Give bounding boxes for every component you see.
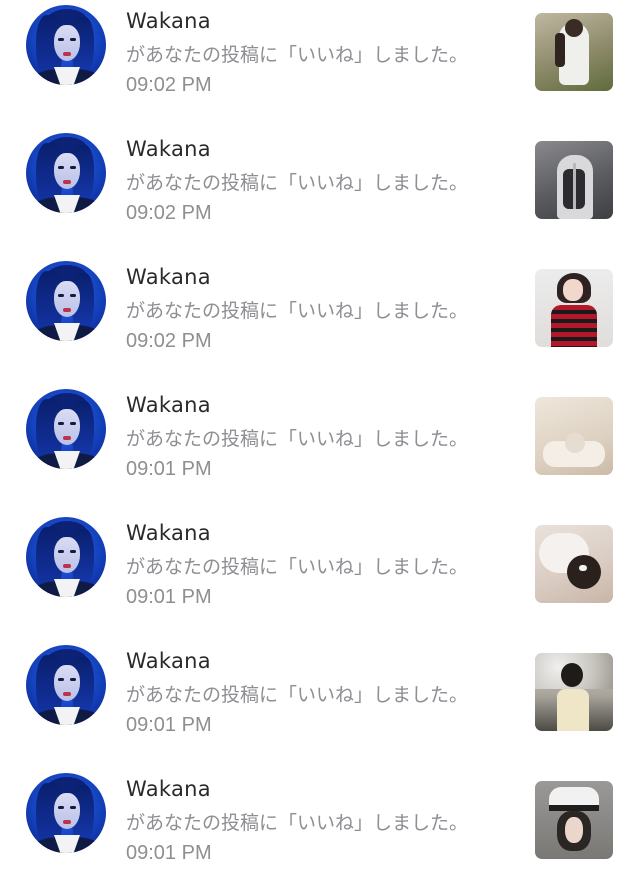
notification-time: 09:02 PM <box>126 74 212 96</box>
avatar[interactable] <box>26 773 106 853</box>
notification-time: 09:01 PM <box>126 714 212 736</box>
post-thumbnail[interactable] <box>535 141 613 219</box>
avatar[interactable] <box>26 389 106 469</box>
notification-item[interactable]: Wakana があなたの投稿に「いいね」しました。 09:01 PM <box>0 512 640 640</box>
user-name[interactable]: Wakana <box>126 520 211 546</box>
notification-item[interactable]: Wakana があなたの投稿に「いいね」しました。 09:02 PM <box>0 0 640 128</box>
notification-message: があなたの投稿に「いいね」しました。 <box>126 684 469 706</box>
notification-item[interactable]: Wakana があなたの投稿に「いいね」しました。 09:02 PM <box>0 128 640 256</box>
notification-message: があなたの投稿に「いいね」しました。 <box>126 428 469 450</box>
notification-item[interactable]: Wakana があなたの投稿に「いいね」しました。 09:01 PM <box>0 384 640 512</box>
avatar[interactable] <box>26 133 106 213</box>
notification-time: 09:01 PM <box>126 586 212 608</box>
notification-item[interactable]: Wakana があなたの投稿に「いいね」しました。 09:01 PM <box>0 640 640 768</box>
notification-item[interactable]: Wakana があなたの投稿に「いいね」しました。 09:01 PM <box>0 768 640 896</box>
notification-message: があなたの投稿に「いいね」しました。 <box>126 300 469 322</box>
post-thumbnail[interactable] <box>535 525 613 603</box>
notification-time: 09:01 PM <box>126 458 212 480</box>
avatar[interactable] <box>26 645 106 725</box>
user-name[interactable]: Wakana <box>126 392 211 418</box>
avatar[interactable] <box>26 517 106 597</box>
post-thumbnail[interactable] <box>535 781 613 859</box>
avatar[interactable] <box>26 261 106 341</box>
notification-message: があなたの投稿に「いいね」しました。 <box>126 812 469 834</box>
notification-message: があなたの投稿に「いいね」しました。 <box>126 556 469 578</box>
user-name[interactable]: Wakana <box>126 8 211 34</box>
notification-item[interactable]: Wakana があなたの投稿に「いいね」しました。 09:02 PM <box>0 256 640 384</box>
notification-time: 09:02 PM <box>126 330 212 352</box>
post-thumbnail[interactable] <box>535 397 613 475</box>
post-thumbnail[interactable] <box>535 269 613 347</box>
post-thumbnail[interactable] <box>535 13 613 91</box>
notification-time: 09:01 PM <box>126 842 212 864</box>
notification-message: があなたの投稿に「いいね」しました。 <box>126 44 469 66</box>
post-thumbnail[interactable] <box>535 653 613 731</box>
user-name[interactable]: Wakana <box>126 136 211 162</box>
avatar[interactable] <box>26 5 106 85</box>
user-name[interactable]: Wakana <box>126 648 211 674</box>
user-name[interactable]: Wakana <box>126 264 211 290</box>
notification-time: 09:02 PM <box>126 202 212 224</box>
user-name[interactable]: Wakana <box>126 776 211 802</box>
notification-message: があなたの投稿に「いいね」しました。 <box>126 172 469 194</box>
